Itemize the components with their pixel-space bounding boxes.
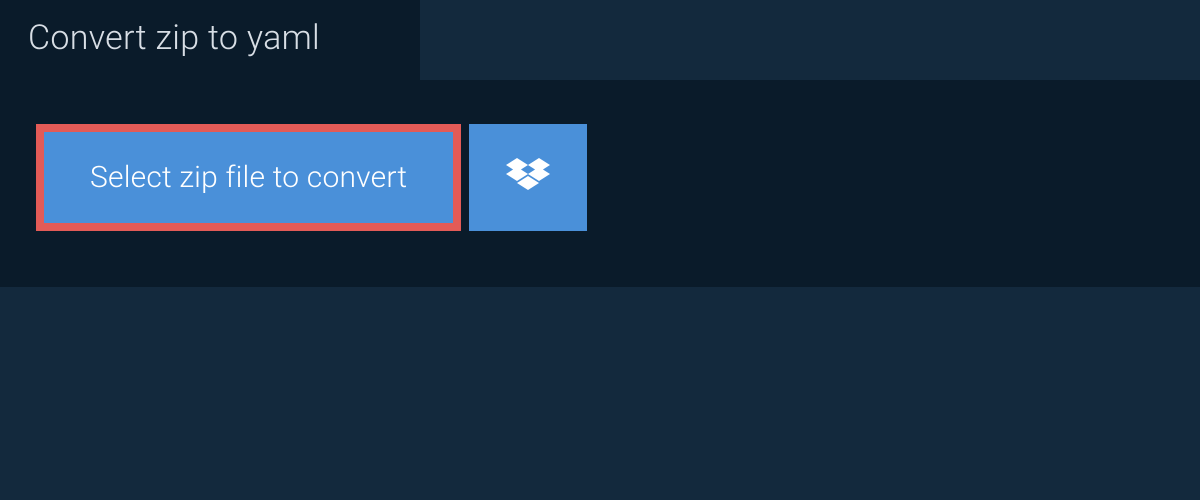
dropbox-icon (506, 158, 550, 198)
dropbox-button[interactable] (469, 124, 587, 231)
select-file-label: Select zip file to convert (90, 160, 407, 195)
tab-convert[interactable]: Convert zip to yaml (0, 0, 420, 80)
select-file-button[interactable]: Select zip file to convert (36, 124, 461, 231)
content-panel: Select zip file to convert (0, 80, 1200, 287)
tab-bar: Convert zip to yaml (0, 0, 1200, 80)
tab-title: Convert zip to yaml (28, 18, 320, 58)
button-row: Select zip file to convert (36, 124, 1164, 231)
